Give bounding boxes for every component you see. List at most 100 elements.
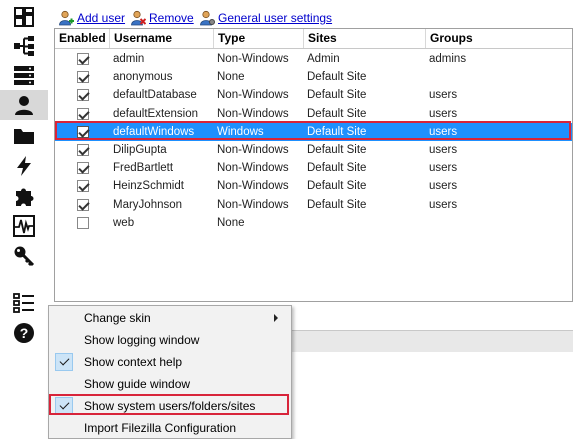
key-icon[interactable] xyxy=(0,241,48,271)
dashboard-icon[interactable] xyxy=(0,2,48,32)
table-row[interactable]: FredBartlett Non-Windows Default Site users xyxy=(55,159,572,177)
activity-monitor-icon[interactable] xyxy=(0,211,48,241)
column-header-sites[interactable]: Sites xyxy=(304,29,426,48)
sites-cell: Default Site xyxy=(307,125,367,138)
type-cell: Non-Windows xyxy=(217,107,289,120)
groups-cell: admins xyxy=(429,53,467,65)
username-cell: anonymous xyxy=(113,71,173,84)
help-icon[interactable]: ? xyxy=(0,318,48,348)
menu-item-change-skin[interactable]: Change skin xyxy=(50,307,290,329)
username-cell: MaryJohnson xyxy=(113,198,183,211)
sites-cell: Default Site xyxy=(307,107,367,120)
menu-item-label: Show guide window xyxy=(84,377,191,391)
menu-item-show-logging-window[interactable]: Show logging window xyxy=(50,329,290,351)
general-user-settings-button[interactable]: General user settings xyxy=(199,10,332,26)
sites-cell: Default Site xyxy=(307,180,367,193)
type-cell: Non-Windows xyxy=(217,53,289,65)
grid-header: Enabled Username Type Sites Groups xyxy=(55,29,572,49)
menu-item-import-filezilla-configuration[interactable]: Import Filezilla Configuration xyxy=(50,417,290,439)
table-row[interactable]: HeinzSchmidt Non-Windows Default Site users xyxy=(55,177,572,195)
table-row[interactable]: defaultDatabase Non-Windows Default Site us… xyxy=(55,86,572,104)
column-header-groups[interactable]: Groups xyxy=(426,29,572,48)
groups-cell: users xyxy=(429,144,458,156)
user-settings-icon xyxy=(200,10,215,26)
table-row[interactable]: defaultExtension Non-Windows Default Site u… xyxy=(55,105,572,123)
enabled-checkbox[interactable] xyxy=(77,71,89,84)
enabled-checkbox[interactable] xyxy=(77,125,89,138)
enabled-checkbox[interactable] xyxy=(77,162,89,175)
sites-cell: Default Site xyxy=(307,198,367,211)
menu-item-label: Show system users/folders/sites xyxy=(84,399,256,413)
type-cell: Non-Windows xyxy=(217,144,289,156)
column-header-enabled[interactable]: Enabled xyxy=(55,29,110,48)
username-cell: defaultExtension xyxy=(113,107,199,120)
groups-cell: users xyxy=(429,180,458,193)
type-cell: Non-Windows xyxy=(217,89,289,102)
sites-cell: Default Site xyxy=(307,162,367,175)
username-cell: DilipGupta xyxy=(113,144,167,156)
user-icon[interactable] xyxy=(0,90,48,120)
network-icon[interactable] xyxy=(0,31,48,61)
users-toolbar: Add user Remove General user settings xyxy=(48,0,573,28)
remove-user-icon xyxy=(131,10,146,26)
column-header-type[interactable]: Type xyxy=(214,29,304,48)
groups-cell: users xyxy=(429,198,458,211)
context-menu: Change skin Show logging window Show conte… xyxy=(48,305,292,439)
type-cell: Non-Windows xyxy=(217,162,289,175)
table-row[interactable]: anonymous None Default Site xyxy=(55,68,572,86)
menu-item-label: Import Filezilla Configuration xyxy=(84,421,237,435)
username-cell: admin xyxy=(113,53,145,65)
groups-cell: users xyxy=(429,107,458,120)
username-cell: FredBartlett xyxy=(113,162,174,175)
column-header-username[interactable]: Username xyxy=(110,29,214,48)
menu-item-show-context-help[interactable]: Show context help xyxy=(50,351,290,373)
table-row[interactable]: MaryJohnson Non-Windows Default Site users xyxy=(55,196,572,214)
table-row-selected[interactable]: defaultWindows Windows Default Site users xyxy=(55,122,572,141)
lightning-icon[interactable] xyxy=(0,151,48,181)
type-cell: None xyxy=(217,216,245,229)
menu-item-label: Change skin xyxy=(84,311,151,325)
enabled-checkbox[interactable] xyxy=(77,107,89,120)
menu-item-show-system-users-folders-sites[interactable]: Show system users/folders/sites xyxy=(50,395,290,417)
username-cell: defaultWindows xyxy=(113,125,195,138)
sites-cell: Default Site xyxy=(307,89,367,102)
add-user-button[interactable]: Add user xyxy=(58,10,125,26)
type-cell: Windows xyxy=(217,125,264,138)
enabled-checkbox[interactable] xyxy=(77,144,89,156)
menu-item-show-guide-window[interactable]: Show guide window xyxy=(50,373,290,395)
enabled-checkbox[interactable] xyxy=(77,198,89,211)
servers-icon[interactable] xyxy=(0,60,48,90)
type-cell: Non-Windows xyxy=(217,198,289,211)
submenu-arrow-icon xyxy=(274,314,278,322)
table-row[interactable]: admin Non-Windows Admin admins xyxy=(55,50,572,68)
menu-item-label: Show context help xyxy=(84,355,183,369)
enabled-checkbox[interactable] xyxy=(77,216,89,229)
username-cell: HeinzSchmidt xyxy=(113,180,184,193)
groups-cell: users xyxy=(429,89,458,102)
checkmark-icon xyxy=(55,353,73,371)
menu-item-label: Show logging window xyxy=(84,333,200,347)
type-cell: None xyxy=(217,71,245,84)
enabled-checkbox[interactable] xyxy=(77,180,89,193)
sidebar: ? xyxy=(0,0,48,439)
add-user-label: Add user xyxy=(77,11,126,25)
type-cell: Non-Windows xyxy=(217,180,289,193)
enabled-checkbox[interactable] xyxy=(77,89,89,102)
groups-cell: users xyxy=(429,162,458,175)
settings-list-icon[interactable] xyxy=(0,288,48,318)
folder-icon[interactable] xyxy=(0,121,48,151)
enabled-checkbox[interactable] xyxy=(77,53,89,65)
general-user-settings-label: General user settings xyxy=(218,11,333,25)
checkmark-icon xyxy=(55,397,73,415)
table-row[interactable]: web None xyxy=(55,214,572,232)
sites-cell: Default Site xyxy=(307,71,367,84)
users-grid: Enabled Username Type Sites Groups admin… xyxy=(54,28,573,302)
remove-user-label: Remove xyxy=(149,11,194,25)
table-row[interactable]: DilipGupta Non-Windows Default Site users xyxy=(55,141,572,159)
username-cell: defaultDatabase xyxy=(113,89,197,102)
sites-cell: Admin xyxy=(307,53,340,65)
username-cell: web xyxy=(113,216,135,229)
groups-cell: users xyxy=(429,125,458,138)
puzzle-icon[interactable] xyxy=(0,181,48,211)
remove-user-button[interactable]: Remove xyxy=(130,10,194,26)
